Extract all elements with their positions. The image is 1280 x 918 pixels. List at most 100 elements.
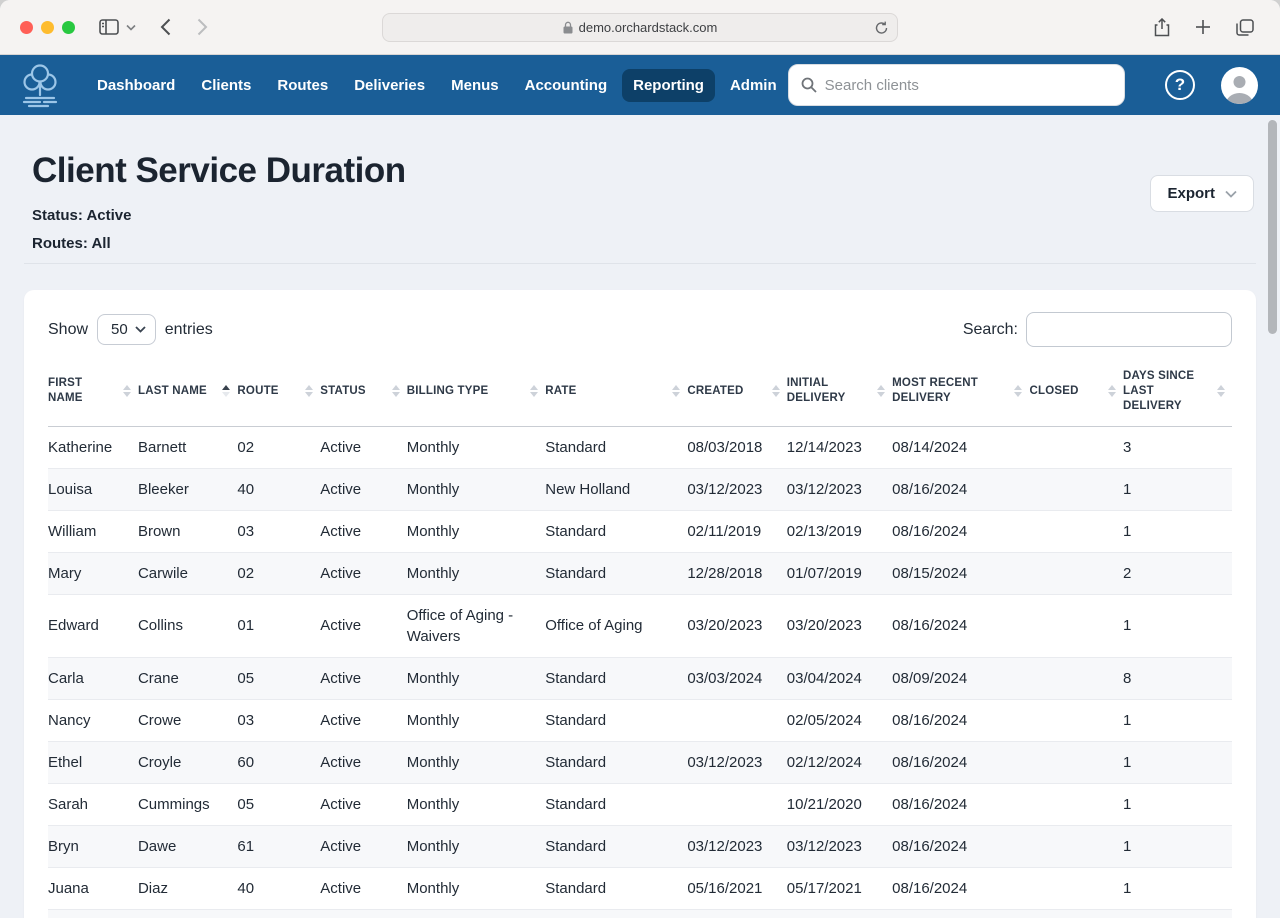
table-cell: Monthly bbox=[407, 867, 546, 909]
sidebar-toggle-icon[interactable] bbox=[99, 19, 119, 35]
table-row[interactable]: SarahCummings05ActiveMonthlyStandard10/2… bbox=[48, 783, 1232, 825]
table-cell: 03/12/2023 bbox=[687, 825, 786, 867]
status-filter: Status: Active bbox=[32, 207, 1256, 224]
table-cell: 02/05/2024 bbox=[787, 699, 892, 741]
nav-item-dashboard[interactable]: Dashboard bbox=[86, 69, 186, 102]
table-cell: Active bbox=[320, 783, 406, 825]
table-cell: 03/12/2023 bbox=[687, 741, 786, 783]
column-header-initial-delivery[interactable]: INITIAL DELIVERY bbox=[787, 357, 892, 426]
table-cell: 03/20/2023 bbox=[787, 594, 892, 657]
nav-item-menus[interactable]: Menus bbox=[440, 69, 510, 102]
scrollbar-thumb[interactable] bbox=[1268, 120, 1277, 334]
table-cell: 08/16/2024 bbox=[892, 825, 1029, 867]
table-cell: Crane bbox=[138, 657, 237, 699]
table-cell: Active bbox=[320, 699, 406, 741]
browser-window: demo.orchardstack.com bbox=[0, 0, 1280, 918]
forward-icon[interactable] bbox=[197, 18, 208, 36]
client-search-box[interactable] bbox=[788, 64, 1125, 106]
column-header-status[interactable]: STATUS bbox=[320, 357, 406, 426]
client-search-input[interactable] bbox=[825, 77, 1112, 94]
table-row[interactable]: JuanaDiaz40ActiveMonthlyStandard05/16/20… bbox=[48, 867, 1232, 909]
table-row[interactable]: MaryCarwile02ActiveMonthlyStandard12/28/… bbox=[48, 552, 1232, 594]
table-row[interactable]: LouisaBleeker40ActiveMonthlyNew Holland0… bbox=[48, 468, 1232, 510]
sort-indicator bbox=[1108, 385, 1116, 397]
nav-item-admin[interactable]: Admin bbox=[719, 69, 788, 102]
table-body: KatherineBarnett02ActiveMonthlyStandard0… bbox=[48, 426, 1232, 918]
minimize-window-button[interactable] bbox=[41, 21, 54, 34]
table-cell: 1 bbox=[1123, 783, 1232, 825]
nav-items: DashboardClientsRoutesDeliveriesMenusAcc… bbox=[86, 69, 788, 102]
table-cell: Standard bbox=[545, 825, 687, 867]
chevron-down-icon bbox=[135, 326, 146, 333]
table-cell: 02/13/2019 bbox=[787, 510, 892, 552]
column-label: STATUS bbox=[320, 385, 366, 397]
table-cell bbox=[1029, 909, 1123, 918]
help-question-mark: ? bbox=[1175, 75, 1185, 95]
table-row[interactable]: EdwardCollins01ActiveOffice of Aging - W… bbox=[48, 594, 1232, 657]
column-header-days-since-last-delivery[interactable]: DAYS SINCE LAST DELIVERY bbox=[1123, 357, 1232, 426]
table-row[interactable]: NancyCrowe03ActiveMonthlyStandard02/05/2… bbox=[48, 699, 1232, 741]
table-cell: 12/28/2018 bbox=[687, 552, 786, 594]
nav-item-routes[interactable]: Routes bbox=[266, 69, 339, 102]
table-row[interactable]: JohnDoe05ActiveSnapStandard08/31/202209/… bbox=[48, 909, 1232, 918]
url-bar[interactable]: demo.orchardstack.com bbox=[382, 13, 898, 42]
table-cell: Office of Aging bbox=[545, 594, 687, 657]
table-cell: Monthly bbox=[407, 783, 546, 825]
zoom-window-button[interactable] bbox=[62, 21, 75, 34]
column-label: RATE bbox=[545, 385, 576, 397]
nav-item-accounting[interactable]: Accounting bbox=[514, 69, 619, 102]
sort-indicator bbox=[305, 385, 313, 397]
close-window-button[interactable] bbox=[20, 21, 33, 34]
column-header-first-name[interactable]: FIRST NAME bbox=[48, 357, 138, 426]
chevron-down-icon[interactable] bbox=[126, 24, 136, 31]
status-filter-value: Active bbox=[86, 207, 131, 224]
export-button[interactable]: Export bbox=[1150, 175, 1254, 212]
table-cell: Active bbox=[320, 657, 406, 699]
column-header-billing-type[interactable]: BILLING TYPE bbox=[407, 357, 546, 426]
table-row[interactable]: EthelCroyle60ActiveMonthlyStandard03/12/… bbox=[48, 741, 1232, 783]
table-cell: 03/12/2023 bbox=[787, 825, 892, 867]
table-cell: Cummings bbox=[138, 783, 237, 825]
lock-icon bbox=[563, 21, 573, 34]
column-header-created[interactable]: CREATED bbox=[687, 357, 786, 426]
table-cell: Standard bbox=[545, 552, 687, 594]
nav-item-clients[interactable]: Clients bbox=[190, 69, 262, 102]
search-icon bbox=[801, 77, 817, 93]
table-cell: Monthly bbox=[407, 552, 546, 594]
report-card: Show 50 entries Search: FIRST NAMELAST N… bbox=[24, 290, 1256, 918]
column-header-closed[interactable]: CLOSED bbox=[1029, 357, 1123, 426]
table-row[interactable]: KatherineBarnett02ActiveMonthlyStandard0… bbox=[48, 426, 1232, 468]
table-cell: 03/20/2023 bbox=[687, 594, 786, 657]
table-cell: Croyle bbox=[138, 741, 237, 783]
table-cell: Monthly bbox=[407, 426, 546, 468]
table-cell: 03 bbox=[237, 699, 320, 741]
column-header-route[interactable]: ROUTE bbox=[237, 357, 320, 426]
table-search-input[interactable] bbox=[1026, 312, 1232, 347]
routes-filter: Routes: All bbox=[32, 235, 1256, 252]
user-avatar[interactable] bbox=[1221, 67, 1258, 104]
table-cell: 61 bbox=[237, 825, 320, 867]
table-cell: Standard bbox=[545, 909, 687, 918]
back-icon[interactable] bbox=[160, 18, 171, 36]
table-cell: Katherine bbox=[48, 426, 138, 468]
table-row[interactable]: CarlaCrane05ActiveMonthlyStandard03/03/2… bbox=[48, 657, 1232, 699]
new-tab-icon[interactable] bbox=[1195, 19, 1211, 35]
table-row[interactable]: WilliamBrown03ActiveMonthlyStandard02/11… bbox=[48, 510, 1232, 552]
nav-item-reporting[interactable]: Reporting bbox=[622, 69, 715, 102]
nav-item-deliveries[interactable]: Deliveries bbox=[343, 69, 436, 102]
table-cell: 03/12/2023 bbox=[787, 468, 892, 510]
table-cell: 02/11/2019 bbox=[687, 510, 786, 552]
column-header-most-recent-delivery[interactable]: MOST RECENT DELIVERY bbox=[892, 357, 1029, 426]
page-size-select[interactable]: 50 bbox=[97, 314, 156, 345]
share-icon[interactable] bbox=[1154, 18, 1170, 37]
table-row[interactable]: BrynDawe61ActiveMonthlyStandard03/12/202… bbox=[48, 825, 1232, 867]
table-cell: 03/03/2024 bbox=[687, 657, 786, 699]
column-header-rate[interactable]: RATE bbox=[545, 357, 687, 426]
reload-icon[interactable] bbox=[875, 21, 888, 35]
column-header-last-name[interactable]: LAST NAME bbox=[138, 357, 237, 426]
column-label: CLOSED bbox=[1029, 385, 1078, 397]
show-label: Show bbox=[48, 321, 88, 339]
help-button[interactable]: ? bbox=[1165, 70, 1195, 100]
tab-overview-icon[interactable] bbox=[1236, 19, 1254, 36]
column-label: BILLING TYPE bbox=[407, 385, 489, 397]
